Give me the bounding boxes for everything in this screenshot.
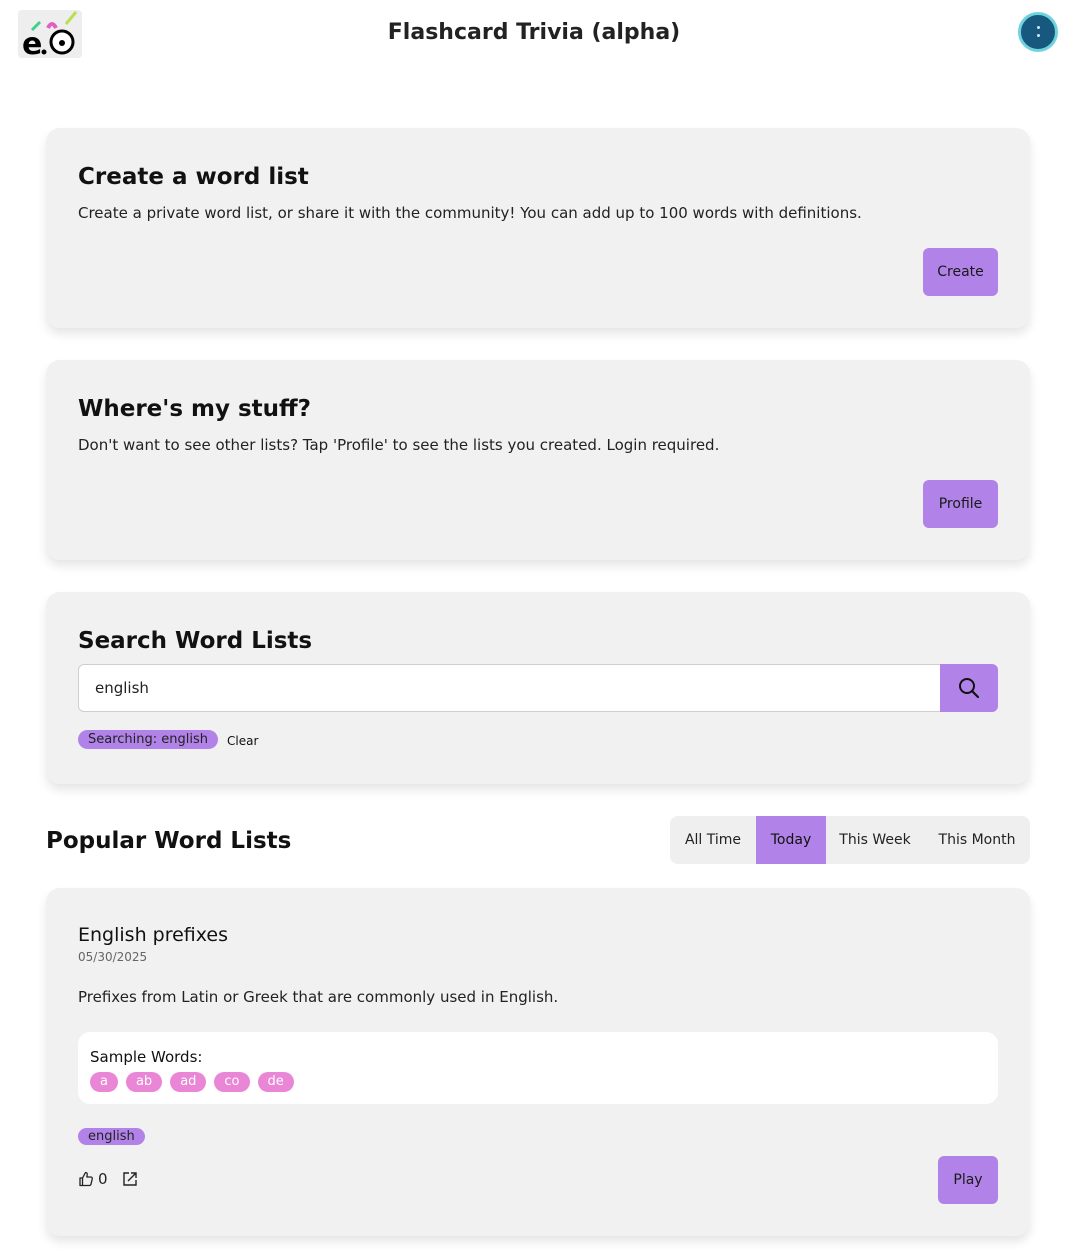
- word-list-description: Prefixes from Latin or Greek that are co…: [78, 988, 559, 1006]
- play-button[interactable]: Play: [938, 1156, 998, 1204]
- sample-word-chip: de: [257, 1072, 294, 1092]
- word-list-title[interactable]: English prefixes: [78, 924, 228, 946]
- app-header: e Flashcard Trivia (alpha): [0, 0, 1068, 72]
- thumbs-up-icon: [79, 1171, 93, 1187]
- share-button[interactable]: [122, 1171, 138, 1191]
- sample-words-box: Sample Words: a ab ad co de: [78, 1032, 998, 1104]
- profile-card-title: Where's my stuff?: [78, 396, 312, 422]
- word-list-card: English prefixes 05/30/2025 Prefixes fro…: [46, 888, 1030, 1236]
- tab-this-month[interactable]: This Month: [924, 816, 1030, 864]
- tab-today[interactable]: Today: [756, 816, 826, 864]
- sample-word-chip: a: [90, 1072, 118, 1092]
- create-button[interactable]: Create: [923, 248, 998, 296]
- search-card: Search Word Lists Searching: english Cle…: [46, 592, 1030, 784]
- create-list-description: Create a private word list, or share it …: [78, 204, 862, 222]
- tab-all-time[interactable]: All Time: [670, 816, 756, 864]
- share-icon: [123, 1172, 137, 1186]
- avatar-eye-icon: [1037, 26, 1040, 29]
- clear-search-link[interactable]: Clear: [227, 734, 258, 748]
- avatar-mouth-icon: [1037, 34, 1040, 37]
- sample-words-label: Sample Words:: [90, 1048, 203, 1066]
- search-card-title: Search Word Lists: [78, 628, 313, 654]
- sample-word-chip: ad: [170, 1072, 207, 1092]
- sample-word-chip: co: [214, 1072, 250, 1092]
- search-icon: [959, 678, 980, 699]
- create-list-title: Create a word list: [78, 164, 309, 190]
- avatar-icon[interactable]: [1018, 12, 1058, 52]
- profile-card: Where's my stuff? Don't want to see othe…: [46, 360, 1030, 560]
- app-title: Flashcard Trivia (alpha): [387, 20, 681, 45]
- profile-card-description: Don't want to see other lists? Tap 'Prof…: [78, 436, 720, 454]
- popular-lists-title: Popular Word Lists: [46, 828, 292, 854]
- search-button[interactable]: [940, 664, 998, 712]
- language-tag[interactable]: english: [78, 1128, 145, 1145]
- profile-button[interactable]: Profile: [923, 480, 998, 528]
- sample-word-chip: ab: [125, 1072, 163, 1092]
- like-count: 0: [98, 1170, 108, 1188]
- like-button[interactable]: 0: [78, 1170, 108, 1188]
- time-filter-tabs: All Time Today This Week This Month: [670, 816, 1030, 864]
- search-filter-chip: Searching: english: [78, 730, 219, 749]
- create-list-card: Create a word list Create a private word…: [46, 128, 1030, 328]
- sample-words-list: a ab ad co de: [90, 1072, 294, 1092]
- word-list-date: 05/30/2025: [78, 950, 148, 964]
- search-input[interactable]: [78, 664, 942, 712]
- tab-this-week[interactable]: This Week: [826, 816, 924, 864]
